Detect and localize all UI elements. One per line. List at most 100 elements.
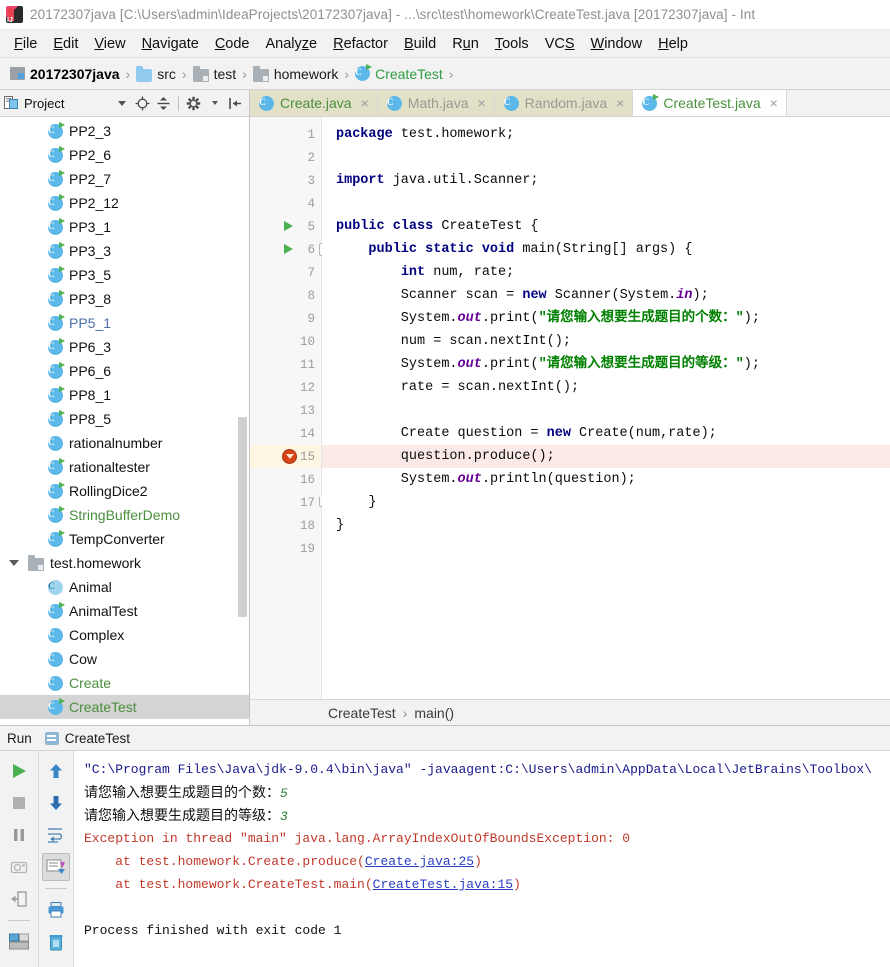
menu-file[interactable]: File bbox=[6, 33, 45, 55]
soft-wrap-icon[interactable] bbox=[42, 821, 70, 849]
tree-item-animal[interactable]: C Animal bbox=[0, 575, 249, 599]
settings-gear-icon[interactable] bbox=[184, 94, 203, 113]
project-tree[interactable]: C PP2_3 C PP2_6 C PP2_7 C PP2_12 C PP3_1 C PP3_3 C PP… bbox=[0, 117, 249, 725]
breadcrumb-item-src[interactable]: src bbox=[134, 65, 178, 82]
tree-item-pp3-8[interactable]: C PP3_8 bbox=[0, 287, 249, 311]
tree-item-pp5-1[interactable]: C PP5_1 bbox=[0, 311, 249, 335]
error-marker-icon[interactable] bbox=[282, 449, 297, 464]
menu-window[interactable]: Window bbox=[583, 33, 651, 55]
arrow-up-icon[interactable] bbox=[42, 757, 70, 785]
collapse-all-icon[interactable] bbox=[154, 94, 173, 113]
tree-item-pp2-6[interactable]: C PP2_6 bbox=[0, 143, 249, 167]
gutter-line-6[interactable]: 6 bbox=[250, 238, 332, 261]
breadcrumb-method[interactable]: main() bbox=[414, 705, 454, 721]
menu-navigate[interactable]: Navigate bbox=[134, 33, 207, 55]
gutter-line-16[interactable]: 16 bbox=[250, 468, 321, 491]
code-line-14[interactable]: Create question = new Create(num,rate); bbox=[322, 422, 890, 445]
rerun-icon[interactable] bbox=[5, 757, 33, 785]
gutter-line-14[interactable]: 14 bbox=[250, 422, 321, 445]
editor-tab-createtest-java[interactable]: C CreateTest.java × bbox=[633, 90, 787, 116]
stacktrace-link[interactable]: Create.java:25 bbox=[365, 854, 474, 869]
print-icon[interactable] bbox=[42, 896, 70, 924]
code-line-13[interactable] bbox=[322, 399, 890, 422]
gutter-line-9[interactable]: 9 bbox=[250, 307, 321, 330]
console-output[interactable]: "C:\Program Files\Java\jdk-9.0.4\bin\jav… bbox=[74, 751, 890, 967]
menu-tools[interactable]: Tools bbox=[487, 33, 537, 55]
tree-item-complex[interactable]: C Complex bbox=[0, 623, 249, 647]
gutter-line-7[interactable]: 7 bbox=[250, 261, 321, 284]
code-line-7[interactable]: int num, rate; bbox=[322, 261, 890, 284]
gutter-line-17[interactable]: 17 bbox=[250, 491, 332, 514]
tree-item-pp3-3[interactable]: C PP3_3 bbox=[0, 239, 249, 263]
code-line-5[interactable]: public class CreateTest { bbox=[322, 215, 890, 238]
run-gutter-icon[interactable] bbox=[284, 221, 293, 231]
code-line-1[interactable]: package test.homework; bbox=[322, 123, 890, 146]
code-line-18[interactable]: } bbox=[322, 514, 890, 537]
code-line-15[interactable]: question.produce(); bbox=[322, 445, 890, 468]
tree-item-pp6-6[interactable]: C PP6_6 bbox=[0, 359, 249, 383]
close-icon[interactable]: × bbox=[770, 96, 778, 110]
locate-icon[interactable] bbox=[133, 94, 152, 113]
tree-item-stringbufferdemo[interactable]: C StringBufferDemo bbox=[0, 503, 249, 527]
camera-icon[interactable] bbox=[5, 853, 33, 881]
project-view-icon[interactable] bbox=[4, 96, 19, 110]
code-line-19[interactable] bbox=[322, 537, 890, 560]
gutter-line-2[interactable]: 2 bbox=[250, 146, 321, 169]
chevron-down-icon[interactable] bbox=[205, 94, 224, 113]
code-line-16[interactable]: System.out.println(question); bbox=[322, 468, 890, 491]
code-line-10[interactable]: num = scan.nextInt(); bbox=[322, 330, 890, 353]
exit-icon[interactable] bbox=[5, 885, 33, 913]
menu-refactor[interactable]: Refactor bbox=[325, 33, 396, 55]
gutter-line-18[interactable]: 18 bbox=[250, 514, 321, 537]
run-tool-window-label[interactable]: Run bbox=[7, 731, 32, 746]
menu-vcs[interactable]: VCS bbox=[537, 33, 583, 55]
code-line-4[interactable] bbox=[322, 192, 890, 215]
hide-panel-icon[interactable] bbox=[226, 94, 245, 113]
code-line-2[interactable] bbox=[322, 146, 890, 169]
stacktrace-link[interactable]: CreateTest.java:15 bbox=[373, 877, 513, 892]
menu-run[interactable]: Run bbox=[444, 33, 487, 55]
trash-icon[interactable] bbox=[42, 928, 70, 956]
tree-item-pp2-7[interactable]: C PP2_7 bbox=[0, 167, 249, 191]
gutter-line-3[interactable]: 3 bbox=[250, 169, 321, 192]
breadcrumb-item-homework[interactable]: homework bbox=[251, 65, 341, 82]
menu-build[interactable]: Build bbox=[396, 33, 444, 55]
tree-item-pp3-5[interactable]: C PP3_5 bbox=[0, 263, 249, 287]
tree-item-pp2-12[interactable]: C PP2_12 bbox=[0, 191, 249, 215]
tree-item-pp8-1[interactable]: C PP8_1 bbox=[0, 383, 249, 407]
code-line-3[interactable]: import java.util.Scanner; bbox=[322, 169, 890, 192]
editor-tab-random-java[interactable]: C Random.java × bbox=[494, 90, 634, 116]
gutter-line-11[interactable]: 11 bbox=[250, 353, 321, 376]
breadcrumb-item-20172307java[interactable]: 20172307java bbox=[8, 66, 122, 82]
gutter-line-8[interactable]: 8 bbox=[250, 284, 321, 307]
tree-item-rationaltester[interactable]: Crationaltester bbox=[0, 455, 249, 479]
code-line-8[interactable]: Scanner scan = new Scanner(System.in); bbox=[322, 284, 890, 307]
run-gutter-icon[interactable] bbox=[284, 244, 293, 254]
gutter-line-15[interactable]: 15 bbox=[250, 445, 321, 468]
tree-item-animaltest[interactable]: C AnimalTest bbox=[0, 599, 249, 623]
scroll-to-end-icon[interactable] bbox=[42, 853, 70, 881]
gutter-line-1[interactable]: 1 bbox=[250, 123, 321, 146]
tree-item-pp6-3[interactable]: C PP6_3 bbox=[0, 335, 249, 359]
editor-tab-create-java[interactable]: C Create.java × bbox=[250, 90, 378, 116]
tree-item-test-homework[interactable]: test.homework bbox=[0, 551, 249, 575]
tree-item-create[interactable]: C Create bbox=[0, 671, 249, 695]
tree-item-tempconverter[interactable]: C TempConverter bbox=[0, 527, 249, 551]
tree-item-pp3-1[interactable]: C PP3_1 bbox=[0, 215, 249, 239]
editor-gutter[interactable]: 1 2 3 4 5 6 7 8 9 10 11 12 13 14 15 16 17 18 19 bbox=[250, 117, 332, 699]
stop-icon[interactable] bbox=[5, 789, 33, 817]
pause-icon[interactable] bbox=[5, 821, 33, 849]
editor-tab-math-java[interactable]: C Math.java × bbox=[377, 90, 495, 116]
breadcrumb-item-createtest[interactable]: C CreateTest bbox=[353, 64, 445, 82]
close-icon[interactable]: × bbox=[477, 96, 485, 110]
gutter-line-10[interactable]: 10 bbox=[250, 330, 321, 353]
layout-icon[interactable] bbox=[5, 928, 33, 956]
gutter-line-13[interactable]: 13 bbox=[250, 399, 321, 422]
code-line-9[interactable]: System.out.print("请您输入想要生成题目的个数："); bbox=[322, 307, 890, 330]
arrow-down-icon[interactable] bbox=[42, 789, 70, 817]
code-line-11[interactable]: System.out.print("请您输入想要生成题目的等级："); bbox=[322, 353, 890, 376]
close-icon[interactable]: × bbox=[616, 96, 624, 110]
gutter-line-4[interactable]: 4 bbox=[250, 192, 321, 215]
menu-edit[interactable]: Edit bbox=[45, 33, 86, 55]
gutter-line-12[interactable]: 12 bbox=[250, 376, 321, 399]
